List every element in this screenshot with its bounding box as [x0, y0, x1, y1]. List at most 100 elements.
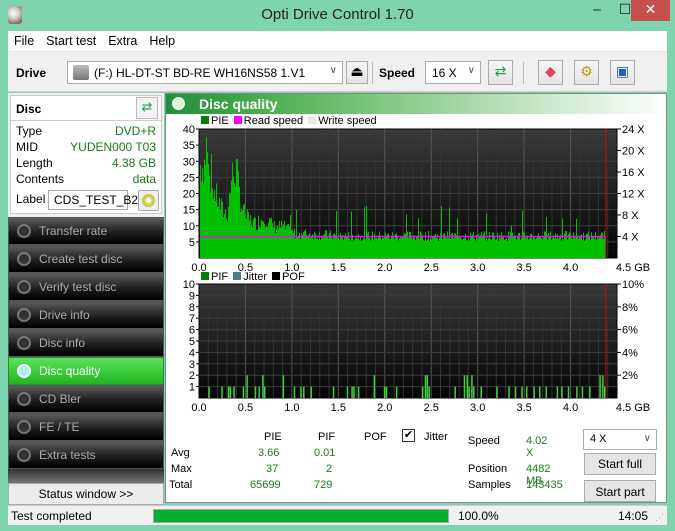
pie-bar [421, 233, 422, 258]
pie-bar [346, 236, 347, 258]
pie-bar [507, 241, 508, 258]
save-button[interactable]: ▣ [610, 60, 635, 85]
toolbar-separator [523, 62, 524, 84]
disc-key: MID [16, 140, 38, 154]
pie-bar [204, 159, 205, 258]
y-tick-label: 7 [189, 313, 195, 325]
nav-label: Disc info [39, 336, 86, 350]
nav-create-test-disc[interactable]: Create test disc [8, 245, 164, 273]
status-window-button[interactable]: Status window >> [8, 483, 164, 505]
disc-key: Length [16, 156, 53, 170]
disc-refresh-button[interactable]: ⇄ [136, 97, 158, 119]
settings-button[interactable]: ⚙ [574, 60, 599, 85]
pie-bar [211, 153, 212, 258]
pie-bar [236, 159, 237, 258]
pie-bar [528, 239, 529, 258]
pie-bar [356, 235, 357, 258]
eject-button[interactable]: ⏏ [346, 61, 368, 84]
nav-cd-bler[interactable]: CD Bler [8, 385, 164, 413]
pif-bar [454, 386, 456, 398]
menu-start-test[interactable]: Start test [40, 31, 102, 48]
pie-bar [383, 237, 384, 258]
pif-bar [508, 386, 510, 398]
pif-bar [227, 386, 230, 398]
pie-bar [332, 239, 333, 258]
pie-bar [542, 239, 543, 258]
test-speed-select[interactable]: 4 X ∨ [583, 429, 657, 450]
pie-bar [589, 236, 590, 258]
pie-chart: 5101520253035404 X8 X12 X16 X20 X24 X0.0… [183, 124, 650, 274]
menu-file[interactable]: File [8, 31, 40, 48]
pie-bar [418, 218, 419, 258]
pie-bar [460, 237, 461, 258]
nav-extra-tests[interactable]: Extra tests [8, 441, 164, 469]
pie-bar [277, 225, 278, 258]
nav-verify-test-disc[interactable]: Verify test disc [8, 273, 164, 301]
pie-bar [504, 239, 505, 258]
pie-bar [520, 240, 521, 258]
speed-select[interactable]: 16 X ∨ [425, 61, 481, 84]
chevron-down-icon: ∨ [467, 65, 475, 76]
erase-button[interactable]: ◆ [538, 60, 563, 85]
pie-bar [450, 238, 451, 258]
disc-label-button[interactable] [138, 190, 159, 211]
pif-bar [581, 386, 584, 398]
pie-bar [405, 233, 406, 258]
pie-bar [483, 233, 484, 258]
menu-bar: File Start test Extra Help [8, 31, 667, 52]
pie-bar [571, 237, 572, 258]
pie-bar [390, 238, 391, 258]
jitter-label: Jitter [424, 431, 448, 443]
pif-bar [602, 375, 604, 398]
resize-grip-icon[interactable]: ⋰ [655, 512, 664, 523]
y2-tick-label: 6% [622, 325, 638, 337]
pie-bar [434, 235, 435, 258]
pie-bar [543, 236, 544, 258]
pie-bar [208, 163, 209, 258]
pie-bar [342, 234, 343, 258]
close-button[interactable]: ✕ [631, 0, 670, 21]
nav-disc-info[interactable]: Disc info [8, 329, 164, 357]
jitter-checkbox[interactable]: ✔ [402, 429, 415, 442]
nav-fe-te[interactable]: FE / TE [8, 413, 164, 441]
pie-bar [215, 200, 216, 258]
pie-bar [476, 234, 477, 258]
pie-bar [458, 236, 459, 258]
nav-drive-info[interactable]: Drive info [8, 301, 164, 329]
pie-bar [560, 234, 561, 258]
drive-select[interactable]: (F:) HL-DT-ST BD-RE WH16NS58 1.V1 ∨ [67, 61, 343, 84]
pie-bar [457, 218, 458, 258]
pie-bar [261, 219, 262, 258]
pif-bar [463, 375, 466, 398]
disc-gear-icon [17, 336, 31, 350]
pie-bar [272, 223, 273, 258]
refresh-speed-button[interactable]: ⇄ [488, 60, 513, 85]
stats-row-label: Avg [171, 447, 190, 459]
pie-bar [488, 238, 489, 258]
pie-bar [287, 224, 288, 258]
x-tick-label: 2.0 [377, 262, 392, 274]
test-speed-value: 4 X [590, 433, 607, 445]
pif-bar [293, 386, 296, 398]
disc-quality-panel: Disc quality PIE Read speed Write speed … [165, 93, 667, 503]
y-tick-label: 5 [189, 336, 195, 348]
minimize-button[interactable]: ‒ [583, 0, 611, 21]
progress-bar [153, 509, 449, 523]
start-part-button[interactable]: Start part [584, 480, 656, 502]
menu-extra[interactable]: Extra [102, 31, 143, 48]
pie-bar [351, 211, 352, 258]
disc-label-field[interactable]: CDS_TEST_B2 [48, 190, 138, 210]
pie-bar [540, 236, 541, 258]
stats-avg-pif: 0.01 [314, 447, 336, 459]
pif-bar [545, 386, 547, 398]
pie-bar [380, 237, 381, 258]
start-full-button[interactable]: Start full [584, 453, 656, 475]
menu-help[interactable]: Help [143, 31, 181, 48]
pie-bar [478, 233, 479, 258]
pie-bar [448, 237, 449, 258]
pie-bar [212, 188, 213, 258]
pie-bar [586, 234, 587, 258]
nav-transfer-rate[interactable]: Transfer rate [8, 217, 164, 245]
nav-disc-quality[interactable]: Disc quality [8, 357, 164, 385]
y2-tick-label: 8 X [622, 210, 639, 222]
